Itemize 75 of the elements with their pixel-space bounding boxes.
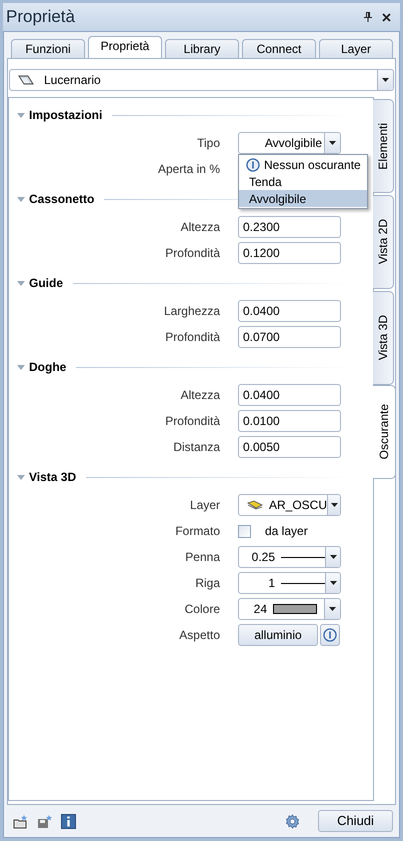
section-title: Doghe — [29, 359, 68, 376]
field-label: Aperta in % — [156, 161, 221, 178]
material-button[interactable]: alluminio — [238, 624, 318, 646]
field-label: Riga — [194, 575, 221, 592]
dropdown-arrow-button[interactable] — [324, 599, 340, 619]
dropdown-arrow-button[interactable] — [377, 70, 393, 90]
pin-icon[interactable] — [364, 12, 372, 22]
caret-icon — [329, 141, 336, 145]
side-tab[interactable]: Vista 3D — [373, 291, 394, 385]
tab[interactable]: Proprietà — [88, 36, 162, 58]
window-title: Proprietà — [6, 6, 75, 28]
line-select[interactable]: 1 — [238, 572, 341, 594]
field-label: Profondità — [164, 413, 221, 430]
number-input[interactable]: 0.1200 — [238, 242, 341, 264]
field-label: Tipo — [196, 135, 221, 152]
layer-select[interactable]: AR_OSCU — [238, 494, 341, 516]
field-label: Layer — [188, 497, 221, 514]
close-icon[interactable] — [382, 12, 391, 22]
layer-icon — [247, 500, 263, 510]
tab[interactable]: Connect — [242, 39, 316, 58]
section-title: Vista 3D — [29, 469, 78, 486]
checkbox-label: da layer — [265, 523, 308, 540]
number-input[interactable]: 0.0400 — [238, 300, 341, 322]
field-label: Distanza — [172, 439, 221, 456]
number-input[interactable]: 0.0100 — [238, 410, 341, 432]
number-input[interactable]: 0.0700 — [238, 326, 341, 348]
section-title: Guide — [29, 275, 64, 292]
side-tab[interactable]: Oscurante — [373, 385, 396, 479]
field-label: Altezza — [180, 219, 221, 236]
type-select[interactable]: Avvolgibile — [238, 132, 341, 154]
info-icon[interactable] — [61, 814, 76, 828]
info-icon — [246, 158, 260, 172]
field-label: Penna — [184, 549, 221, 566]
tab[interactable]: Funzioni — [11, 39, 85, 58]
section-title: Impostazioni — [29, 107, 104, 124]
object-select[interactable]: Lucernario — [9, 69, 394, 91]
field-label: Larghezza — [162, 303, 221, 320]
field-label: Profondità — [164, 245, 221, 262]
skylight-icon — [18, 74, 34, 86]
field-label: Altezza — [180, 387, 221, 404]
close-button[interactable]: Chiudi — [318, 810, 393, 832]
field-label: Profondità — [164, 329, 221, 346]
line-sample-icon — [281, 582, 325, 584]
side-tab[interactable]: Elementi — [373, 99, 394, 193]
checkbox[interactable] — [238, 524, 251, 538]
save-star-icon[interactable] — [37, 814, 53, 828]
number-input[interactable]: 0.0050 — [238, 436, 341, 458]
color-select[interactable]: 24 — [238, 598, 341, 620]
number-input[interactable]: 0.2300 — [238, 216, 341, 238]
menu-item[interactable]: Tenda — [239, 173, 367, 190]
field-label: Colore — [184, 601, 221, 618]
menu-item[interactable]: Nessun oscurante — [239, 156, 367, 173]
dropdown-arrow-button[interactable] — [325, 573, 340, 593]
caret-icon — [329, 607, 336, 611]
dropdown-arrow-button[interactable] — [325, 547, 340, 567]
menu-item[interactable]: Avvolgibile — [239, 190, 367, 207]
caret-icon — [330, 503, 338, 507]
info-button[interactable] — [320, 624, 340, 646]
dropdown-arrow-button[interactable] — [327, 495, 340, 515]
field-label: Formato — [174, 523, 221, 540]
number-input[interactable]: 0.0400 — [238, 384, 341, 406]
caret-icon — [382, 78, 389, 82]
info-icon — [323, 628, 337, 642]
field-label: Aspetto — [178, 627, 221, 644]
line-select[interactable]: 0.25 — [238, 546, 341, 568]
settings-icon[interactable] — [285, 814, 300, 828]
tab[interactable]: Layer — [319, 39, 393, 58]
side-tab[interactable]: Vista 2D — [373, 195, 394, 289]
tab[interactable]: Library — [165, 39, 239, 58]
caret-icon — [330, 555, 336, 559]
line-sample-icon — [281, 556, 325, 558]
open-folder-icon[interactable] — [13, 814, 29, 828]
section-title: Cassonetto — [29, 191, 96, 208]
dropdown-arrow-button[interactable] — [324, 133, 340, 153]
caret-icon — [330, 581, 336, 585]
